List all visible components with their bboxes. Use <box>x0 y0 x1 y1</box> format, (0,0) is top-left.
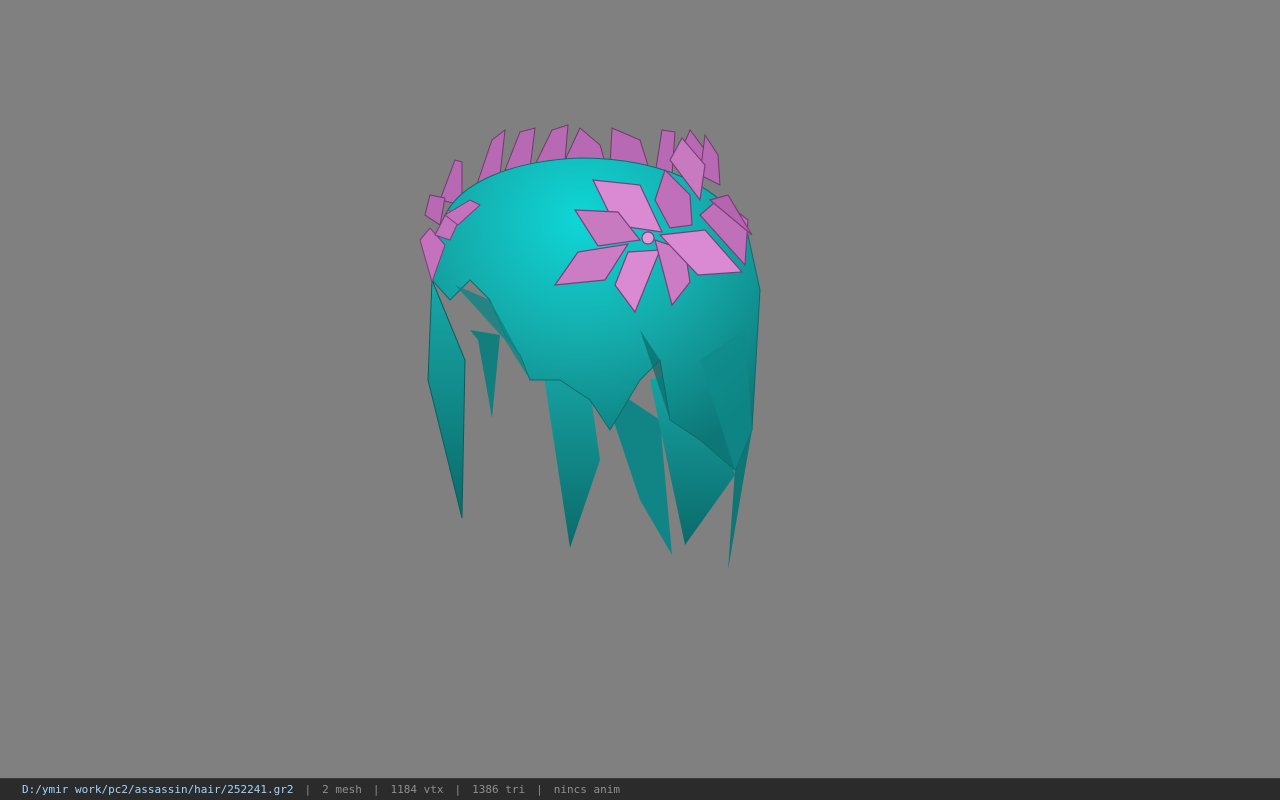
animation-status-label: nincs anim <box>553 783 620 796</box>
mesh-count-label: 2 mesh <box>322 783 362 796</box>
status-separator: | <box>454 783 462 796</box>
status-separator: | <box>372 783 380 796</box>
3d-viewport[interactable] <box>0 0 1280 778</box>
vertex-count-label: 1184 vtx <box>390 783 444 796</box>
status-bar: D:/ymir work/pc2/assassin/hair/252241.gr… <box>0 778 1280 800</box>
triangle-count-label: 1386 tri <box>472 783 526 796</box>
status-separator: | <box>304 783 312 796</box>
file-path-label: D:/ymir work/pc2/assassin/hair/252241.gr… <box>22 783 294 796</box>
status-separator: | <box>536 783 543 796</box>
hair-model-render <box>419 124 761 570</box>
